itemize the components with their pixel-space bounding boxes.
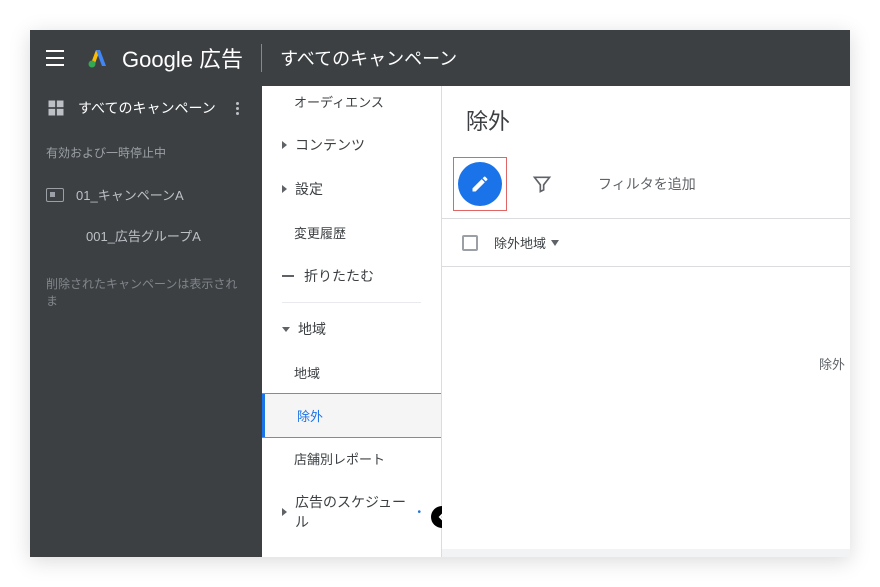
sort-arrow-icon: [551, 240, 559, 246]
column-excluded-location[interactable]: 除外地域: [494, 233, 559, 252]
nav-locations-sub[interactable]: 地域: [262, 351, 441, 394]
nav-collapse-row[interactable]: 折りたたむ: [262, 254, 441, 298]
edit-button-highlight: [454, 158, 506, 210]
sidebar-deleted-note: 削除されたキャンペーンは表示されま: [30, 257, 262, 327]
nav-separator: [282, 302, 421, 303]
chevron-right-icon: [282, 508, 287, 516]
section-divider: [442, 549, 850, 557]
sidebar-status: 有効および一時停止中: [30, 130, 262, 175]
pencil-icon: [470, 174, 490, 194]
chevron-down-icon: [282, 327, 290, 332]
main-content: 除外 フィルタを追加: [442, 86, 850, 557]
app-header: Google 広告 すべてのキャンペーン: [30, 30, 850, 86]
campaign-sidebar: すべてのキャンペーン 有効および一時停止中 01_キャンペーンA 001_広告グ…: [30, 86, 262, 557]
grid-icon: [46, 98, 66, 118]
nav-store-report[interactable]: 店舗別レポート: [262, 437, 441, 480]
select-all-checkbox[interactable]: [462, 235, 478, 251]
breadcrumb[interactable]: すべてのキャンペーン: [280, 45, 457, 71]
nav-exclusions[interactable]: 除外: [262, 394, 441, 437]
filter-placeholder[interactable]: フィルタを追加: [598, 174, 696, 194]
header-divider: [261, 44, 262, 72]
nav-locations[interactable]: 地域: [262, 307, 441, 351]
nav-ad-schedule[interactable]: 広告のスケジュール•: [262, 480, 441, 544]
table-header: 除外地域: [442, 219, 850, 267]
minus-icon: [282, 275, 294, 277]
partial-right-text: 除外: [819, 354, 845, 373]
google-ads-logo-icon: [86, 46, 110, 70]
nav-change-history[interactable]: 変更履歴: [262, 211, 441, 254]
product-name: Google 広告: [122, 42, 243, 74]
sidebar-campaign-label: 01_キャンペーンA: [76, 185, 184, 204]
menu-icon[interactable]: [46, 46, 70, 70]
sidebar-all-campaigns[interactable]: すべてのキャンペーン: [30, 86, 262, 130]
more-icon[interactable]: [228, 99, 246, 117]
toolbar: フィルタを追加: [442, 150, 850, 219]
nav-audience[interactable]: オーディエンス: [262, 86, 441, 123]
page-title: 除外: [442, 86, 850, 150]
sidebar-all-campaigns-label: すべてのキャンペーン: [78, 98, 228, 118]
campaign-icon: [46, 188, 64, 202]
chevron-right-icon: [282, 141, 287, 149]
edit-button[interactable]: [458, 162, 502, 206]
nav-content[interactable]: コンテンツ: [262, 123, 441, 167]
nav-settings[interactable]: 設定: [262, 167, 441, 211]
sidebar-campaign-item[interactable]: 01_キャンペーンA: [30, 175, 262, 214]
sidebar-adgroup-item[interactable]: 001_広告グループA: [30, 214, 262, 257]
nav-devices[interactable]: デバイス: [262, 544, 441, 557]
page-nav: オーディエンス コンテンツ 設定 変更履歴 折りたたむ: [262, 86, 442, 557]
chevron-right-icon: [282, 185, 287, 193]
filter-icon[interactable]: [532, 174, 552, 194]
